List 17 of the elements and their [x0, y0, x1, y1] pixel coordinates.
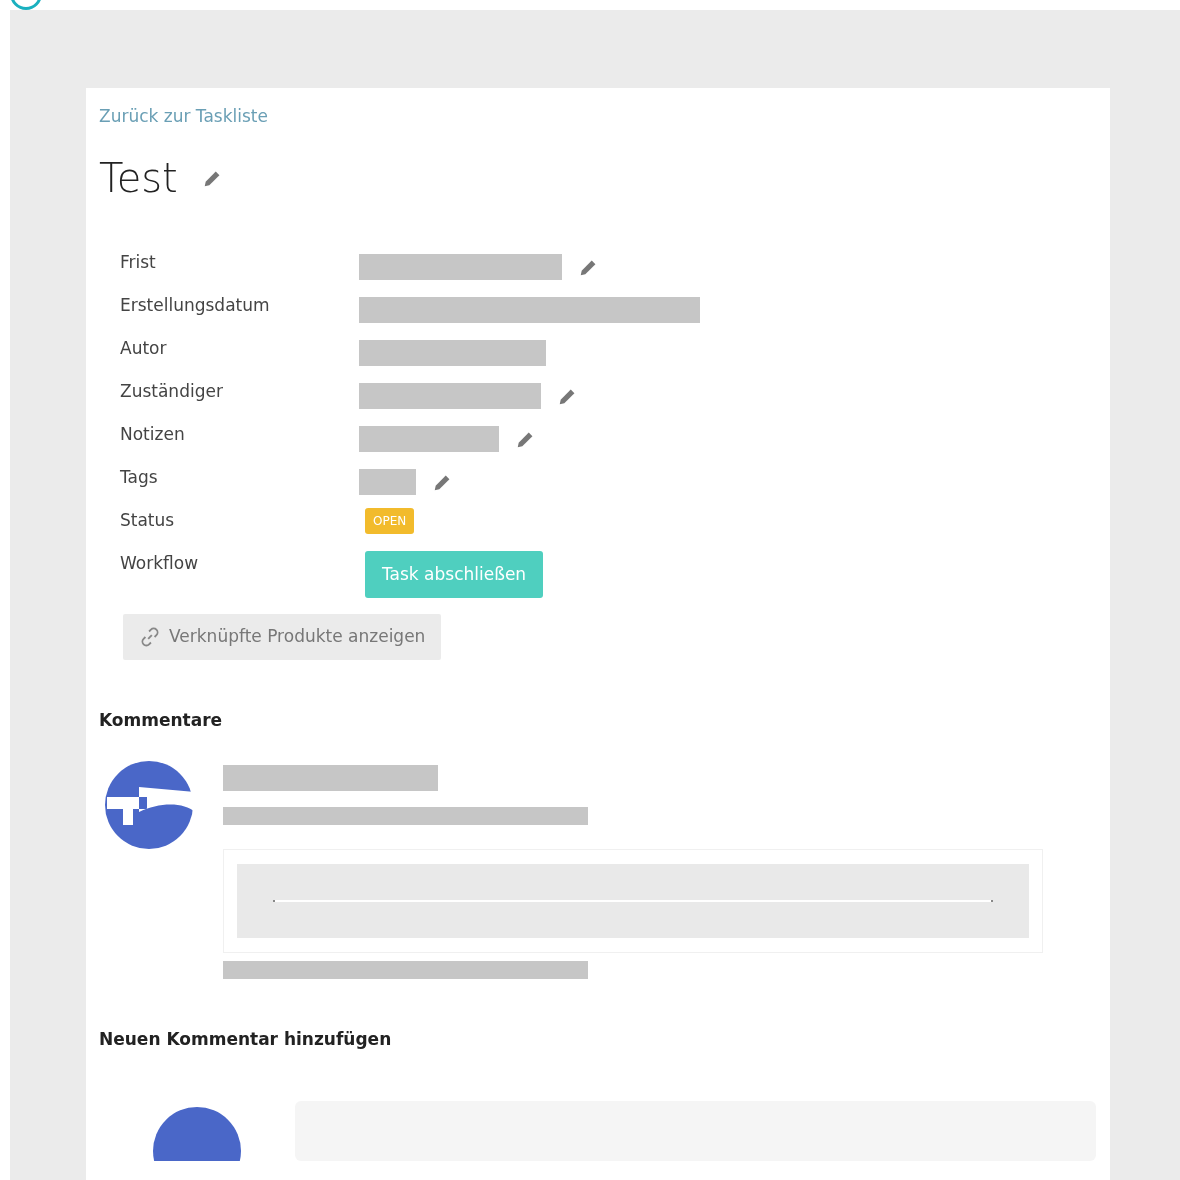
field-label: Frist: [120, 250, 157, 274]
section-heading: Neuen Kommentar hinzufügen: [99, 1028, 393, 1051]
field-label: Workflow: [120, 551, 200, 575]
field-label: Erstellungsdatum: [120, 293, 271, 317]
section-heading: Kommentare: [99, 708, 224, 732]
back-link[interactable]: Zurück zur Taskliste: [99, 106, 268, 126]
field-label: Zuständiger: [120, 379, 224, 403]
complete-task-button[interactable]: Task abschließen: [365, 550, 544, 598]
page-title: Test: [99, 153, 178, 202]
field-label: Tags: [120, 465, 159, 489]
status-badge: OPEN: [365, 507, 415, 534]
field-label: Status: [120, 508, 176, 532]
field-label: Autor: [120, 336, 168, 360]
field-label: Notizen: [120, 422, 186, 446]
link-icon: [139, 625, 161, 648]
linked-products-button[interactable]: Verknüpfte Produkte anzeigen: [123, 614, 442, 660]
redacted-value: [359, 468, 416, 495]
